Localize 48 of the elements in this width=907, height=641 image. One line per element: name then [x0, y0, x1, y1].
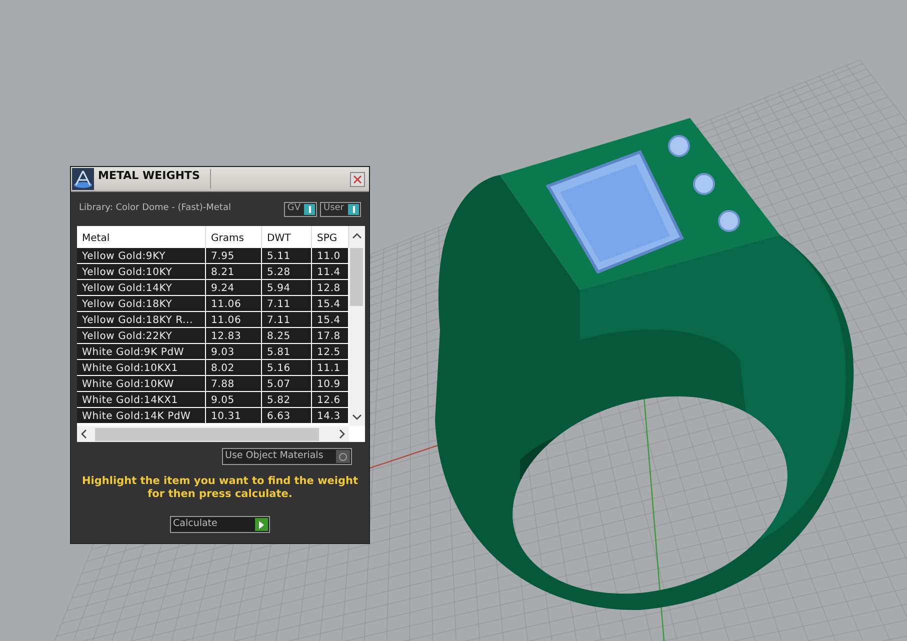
- toggle-button[interactable]: User: [320, 202, 361, 216]
- table-cell: 8.25: [262, 328, 312, 343]
- close-icon: [353, 174, 362, 184]
- library-label: Library: Color Dome - (Fast)-Metal: [79, 202, 231, 216]
- horizontal-scrollbar[interactable]: [77, 426, 349, 442]
- scrollbar-thumb[interactable]: [95, 428, 319, 440]
- table-cell: 7.88: [206, 376, 262, 391]
- table-cell: 9.03: [206, 344, 262, 359]
- use-object-materials-toggle[interactable]: Use Object Materials: [222, 448, 352, 465]
- calculate-button[interactable]: Calculate: [170, 516, 270, 533]
- table-cell: White Gold:14K PdW: [77, 408, 206, 423]
- table-cell: Yellow Gold:9KY: [77, 248, 206, 263]
- table-cell: 8.02: [206, 360, 262, 375]
- close-button[interactable]: [350, 172, 365, 186]
- table-cell: Yellow Gold:10KY: [77, 264, 206, 279]
- table-cell: 9.05: [206, 392, 262, 407]
- table-cell: Yellow Gold:18KY R...: [77, 312, 206, 327]
- table-cell: Yellow Gold:14KY: [77, 280, 206, 295]
- table-cell: White Gold:10KX1: [77, 360, 206, 375]
- table-cell: 6.63: [262, 408, 312, 423]
- table-cell: Yellow Gold:18KY: [77, 296, 206, 311]
- play-icon: [255, 518, 268, 531]
- table-cell: 9.24: [206, 280, 262, 295]
- table-cell: 5.94: [262, 280, 312, 295]
- table-cell: Yellow Gold:22KY: [77, 328, 206, 343]
- table-cell: 8.21: [206, 264, 262, 279]
- table-cell: White Gold:9K PdW: [77, 344, 206, 359]
- app-logo-icon: [72, 168, 94, 190]
- table-cell: 10.31: [206, 408, 262, 423]
- scrollbar-thumb[interactable]: [350, 248, 363, 306]
- table-cell: 5.28: [262, 264, 312, 279]
- table-cell: 5.81: [262, 344, 312, 359]
- table-cell: 5.11: [262, 248, 312, 263]
- table-cell: 11.06: [206, 296, 262, 311]
- table-cell: White Gold:10KW: [77, 376, 206, 391]
- table-cell: 7.11: [262, 296, 312, 311]
- panel-title: METAL WEIGHTS: [98, 169, 201, 183]
- table-cell: 11.06: [206, 312, 262, 327]
- instruction-text: Highlight the item you want to find the weight for then press calculate.: [81, 475, 359, 501]
- table-cell: White Gold:14KX1: [77, 392, 206, 407]
- toggle-button[interactable]: GV: [284, 202, 318, 216]
- table-cell: 7.11: [262, 312, 312, 327]
- table-cell: 5.07: [262, 376, 312, 391]
- table-cell: 12.83: [206, 328, 262, 343]
- table-cell: 5.82: [262, 392, 312, 407]
- table-cell: 5.16: [262, 360, 312, 375]
- table-cell: 7.95: [206, 248, 262, 263]
- vertical-scrollbar[interactable]: [349, 226, 365, 426]
